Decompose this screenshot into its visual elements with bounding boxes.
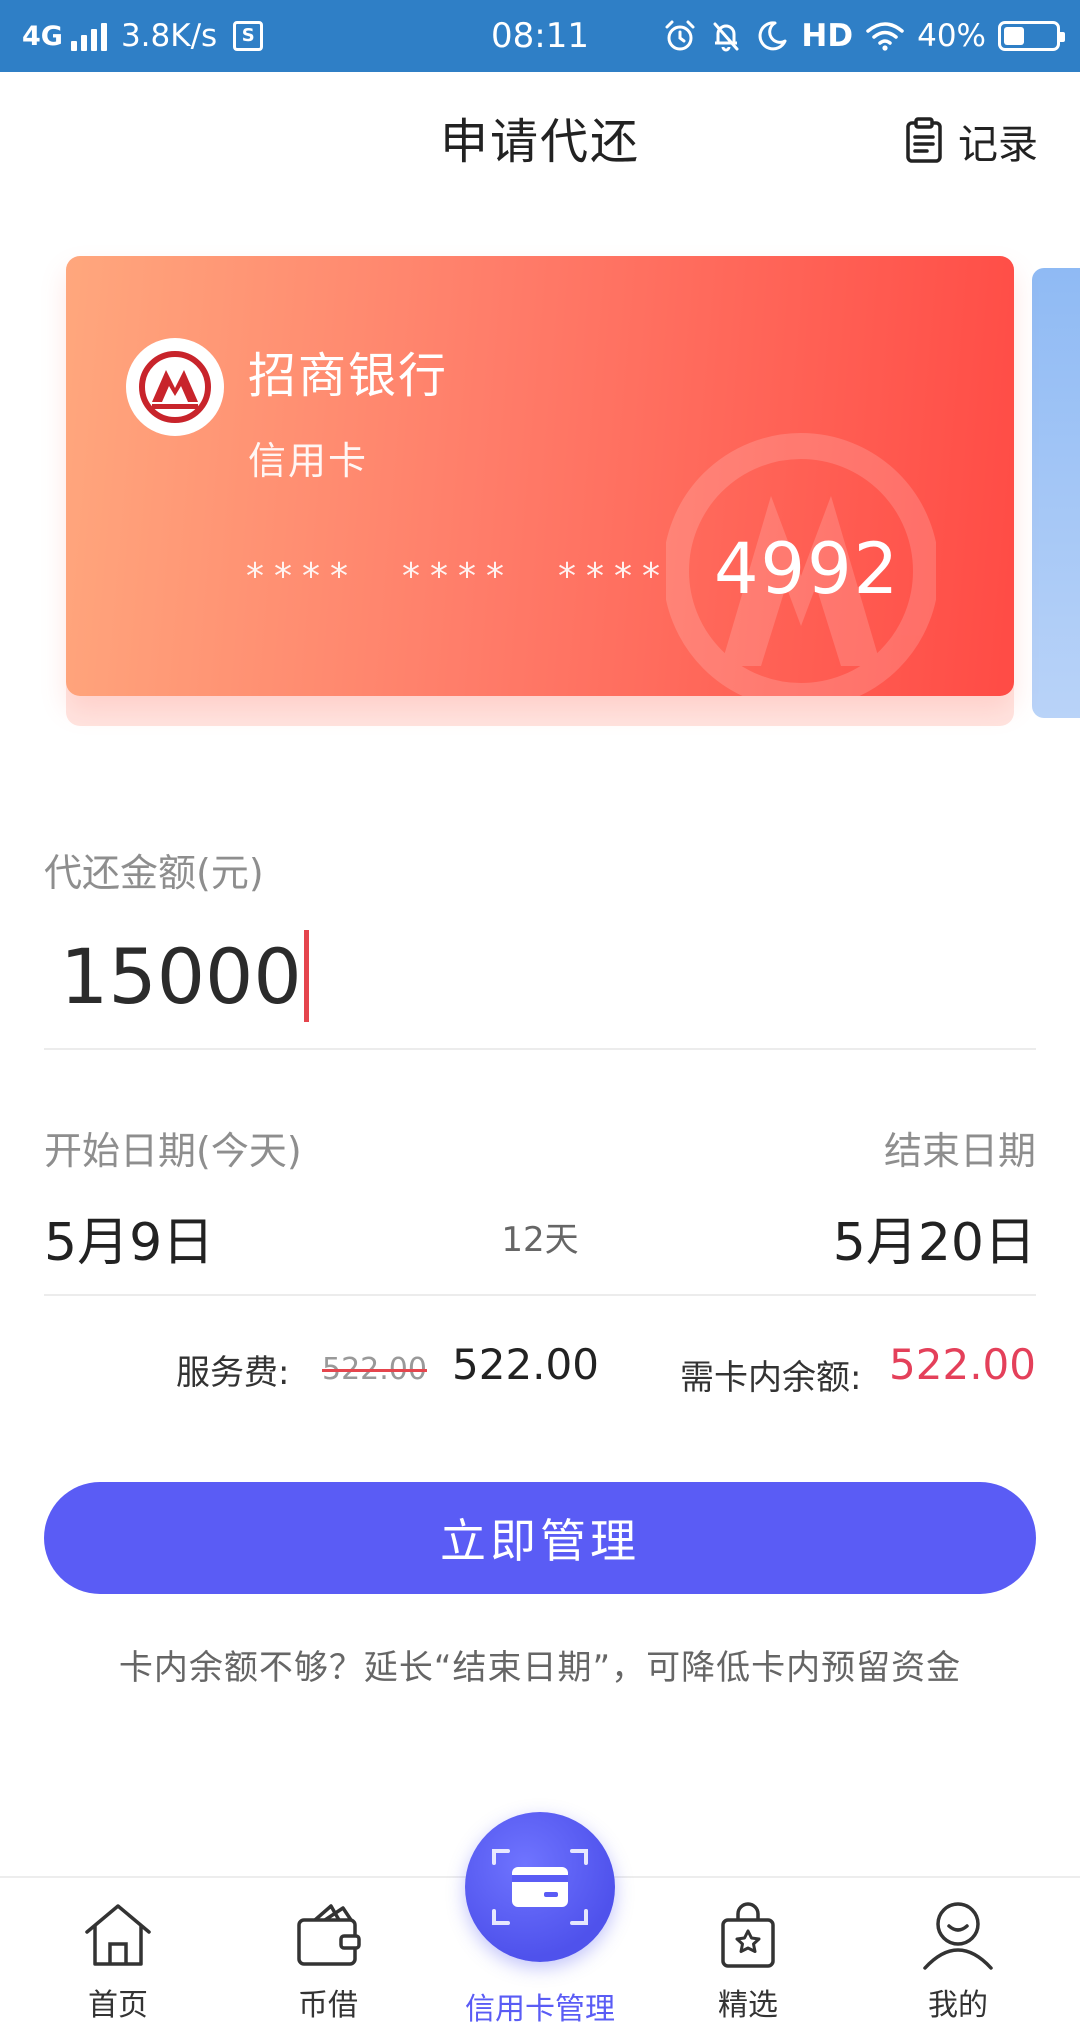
home-icon bbox=[85, 1904, 151, 1966]
masked-group: **** bbox=[402, 556, 514, 597]
mute-bell-icon bbox=[713, 22, 739, 52]
end-date-picker[interactable]: 5月20日 bbox=[833, 1200, 1036, 1275]
shopping-bag-star-icon bbox=[721, 1902, 775, 1968]
tab-card-manage-label: 信用卡管理 bbox=[465, 1992, 615, 2027]
service-fee-value: 522.00 bbox=[452, 1340, 599, 1389]
service-fee-label: 服务费: bbox=[176, 1353, 290, 1393]
battery-percent: 40% bbox=[917, 18, 986, 54]
service-fee-original: 522.00 bbox=[322, 1352, 427, 1387]
status-left: 4G 3.8K/s S bbox=[22, 0, 264, 72]
text-caret bbox=[303, 930, 309, 1022]
status-right: HD 40% bbox=[663, 0, 1065, 72]
page: 4G 3.8K/s S 08:11 HD 40% 申请代还 记录 招商银行 信用… bbox=[0, 0, 1080, 2034]
required-balance-value: 522.00 bbox=[889, 1340, 1036, 1389]
hd-indicator: HD bbox=[801, 18, 854, 54]
records-button[interactable]: 记录 bbox=[904, 112, 1038, 170]
cmb-logo-icon bbox=[126, 338, 224, 436]
records-label: 记录 bbox=[958, 122, 1038, 168]
network-speed: 3.8K/s bbox=[120, 18, 218, 54]
card-number-masked: **** **** **** bbox=[246, 556, 670, 597]
card-last-digits: 4992 bbox=[714, 528, 901, 610]
amount-label: 代还金额(元) bbox=[44, 851, 264, 895]
card-type: 信用卡 bbox=[248, 439, 369, 483]
amount-value: 15000 bbox=[60, 931, 302, 1021]
user-icon bbox=[923, 1902, 993, 1970]
masked-group: **** bbox=[558, 556, 670, 597]
clipboard-icon bbox=[906, 117, 942, 163]
masked-group: **** bbox=[246, 556, 358, 597]
credit-card-scan-icon bbox=[492, 1849, 588, 1925]
next-card-peek[interactable] bbox=[1032, 268, 1080, 718]
manage-now-button[interactable]: 立即管理 bbox=[44, 1482, 1036, 1594]
moon-icon bbox=[758, 21, 787, 51]
network-type: 4G bbox=[22, 20, 63, 52]
bank-name: 招商银行 bbox=[248, 348, 449, 404]
alarm-icon bbox=[665, 20, 695, 51]
battery-fill bbox=[1004, 27, 1024, 45]
wallet-icon bbox=[297, 1904, 361, 1966]
start-date-label: 开始日期(今天) bbox=[44, 1129, 302, 1173]
end-date-label: 结束日期 bbox=[883, 1129, 1036, 1173]
amount-input[interactable]: 15000 bbox=[60, 930, 309, 1022]
battery-icon bbox=[998, 21, 1065, 51]
required-balance-label: 需卡内余额: bbox=[680, 1358, 862, 1398]
tab-card-manage[interactable] bbox=[465, 1812, 615, 1962]
title-bar: 申请代还 记录 bbox=[0, 72, 1080, 204]
divider bbox=[44, 1294, 1036, 1296]
divider bbox=[44, 1048, 1036, 1050]
sim-icon: S bbox=[233, 21, 264, 51]
credit-card[interactable]: 招商银行 信用卡 **** **** **** 4992 bbox=[66, 256, 1014, 696]
status-bar: 4G 3.8K/s S 08:11 HD 40% bbox=[0, 0, 1080, 72]
signal-icon bbox=[70, 21, 107, 51]
hint-text: 卡内余额不够？延长“结束日期”，可降低卡内预留资金 bbox=[118, 1648, 962, 1688]
wifi-icon bbox=[866, 22, 904, 51]
